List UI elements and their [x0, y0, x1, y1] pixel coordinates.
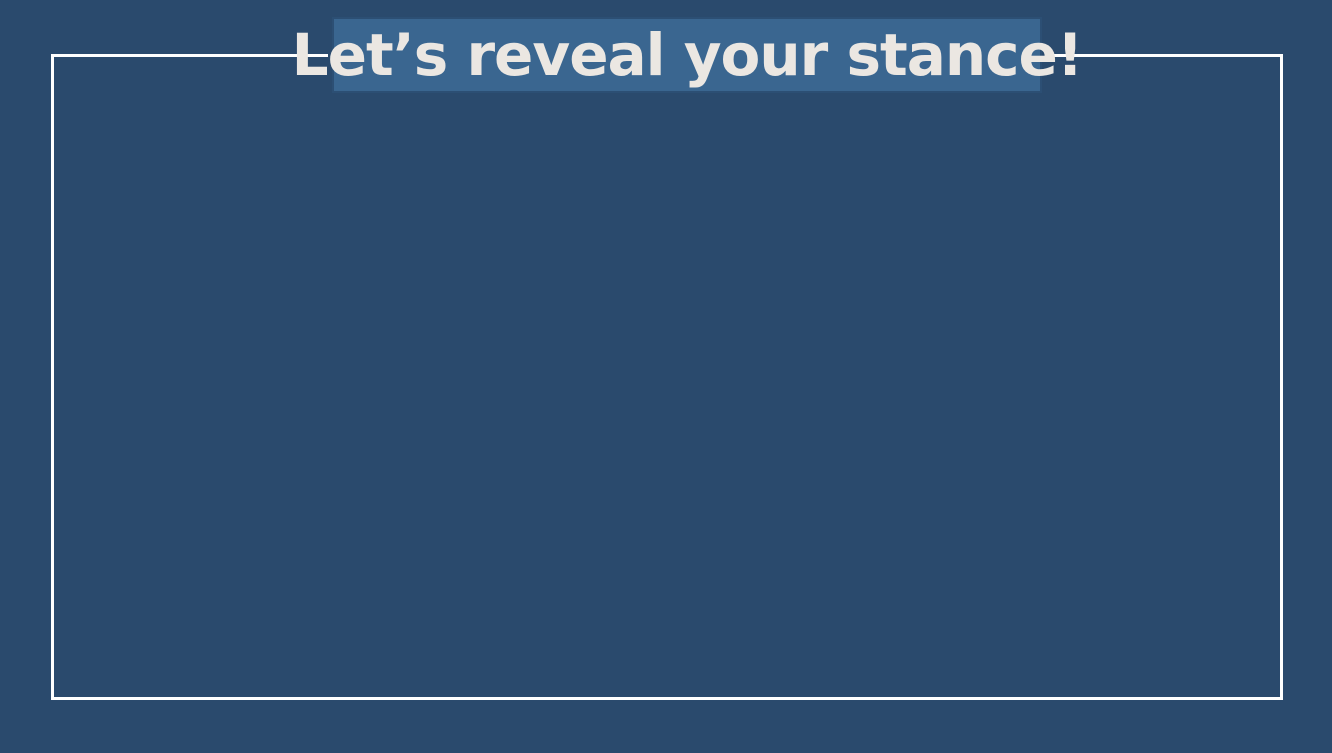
slide-title: Let’s reveal your stance! [291, 21, 1084, 89]
title-banner: Let’s reveal your stance! [292, 14, 1083, 98]
title-banner-box: Let’s reveal your stance! [292, 17, 1083, 93]
slide-canvas: Let’s reveal your stance! [0, 0, 1332, 753]
content-frame [51, 54, 1283, 700]
